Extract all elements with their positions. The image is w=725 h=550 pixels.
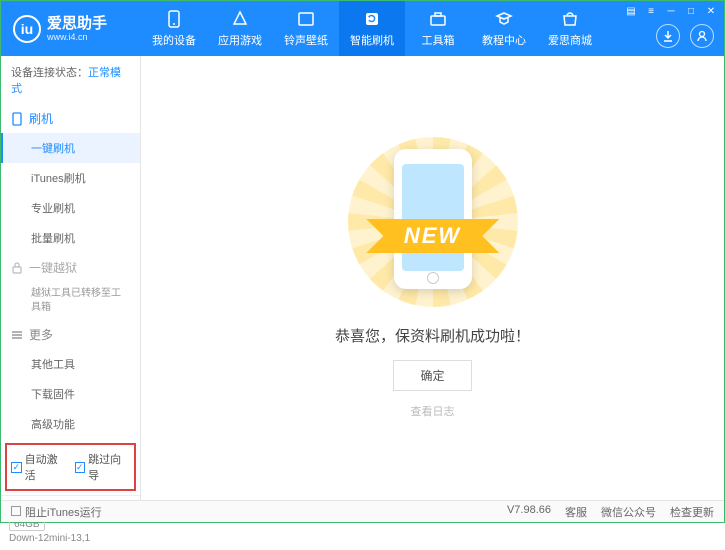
- device-sub: Down-12mini-13,1: [9, 533, 132, 544]
- user-icon[interactable]: [690, 24, 714, 48]
- settings-icon[interactable]: ≡: [644, 4, 658, 18]
- minimize-icon[interactable]: ─: [664, 4, 678, 18]
- nav-ringtones[interactable]: 铃声壁纸: [273, 1, 339, 56]
- success-illustration: NEW: [348, 137, 518, 307]
- close-icon[interactable]: ✕: [704, 4, 718, 18]
- success-message: 恭喜您，保资料刷机成功啦！: [335, 325, 530, 346]
- view-log-link[interactable]: 查看日志: [411, 403, 455, 419]
- main-content: NEW 恭喜您，保资料刷机成功啦！ 确定 查看日志: [141, 56, 724, 500]
- jailbreak-note: 越狱工具已转移至工具箱: [1, 282, 140, 320]
- nav-store[interactable]: 爱思商城: [537, 1, 603, 56]
- maximize-icon[interactable]: □: [684, 4, 698, 18]
- nav-my-device[interactable]: 我的设备: [141, 1, 207, 56]
- main-nav: 我的设备 应用游戏 铃声壁纸 智能刷机 工具箱 教程中心 爱思商城: [141, 1, 603, 56]
- tutorial-icon: [495, 10, 513, 28]
- flash-icon: [363, 10, 381, 28]
- menu-icon[interactable]: ▤: [624, 4, 638, 18]
- sidebar-item-batch[interactable]: 批量刷机: [1, 223, 140, 253]
- lock-icon: [11, 262, 23, 274]
- wallpaper-icon: [297, 10, 315, 28]
- apps-icon: [231, 10, 249, 28]
- titlebar: iu 爱思助手 www.i4.cn 我的设备 应用游戏 铃声壁纸 智能刷机 工具…: [1, 1, 724, 56]
- sidebar-item-pro[interactable]: 专业刷机: [1, 193, 140, 223]
- logo-area: iu 爱思助手 www.i4.cn: [1, 15, 141, 43]
- section-jailbreak: 一键越狱: [1, 253, 140, 282]
- checkbox-auto-activate[interactable]: ✓自动激活: [11, 451, 67, 483]
- section-more[interactable]: 更多: [1, 320, 140, 349]
- ok-button[interactable]: 确定: [393, 360, 471, 391]
- download-icon[interactable]: [656, 24, 680, 48]
- more-icon: [11, 330, 23, 340]
- wechat-link[interactable]: 微信公众号: [601, 504, 656, 520]
- connection-status: 设备连接状态：正常模式: [1, 56, 140, 104]
- checkbox-skip-guide[interactable]: ✓跳过向导: [75, 451, 131, 483]
- update-link[interactable]: 检查更新: [670, 504, 714, 520]
- nav-flash[interactable]: 智能刷机: [339, 1, 405, 56]
- toolbox-icon: [429, 10, 447, 28]
- sidebar-item-download[interactable]: 下载固件: [1, 379, 140, 409]
- sidebar: 设备连接状态：正常模式 刷机 一键刷机 iTunes刷机 专业刷机 批量刷机 一…: [1, 56, 141, 500]
- block-itunes-checkbox[interactable]: 阻止iTunes运行: [11, 504, 102, 520]
- window-controls: ▤ ≡ ─ □ ✕: [624, 4, 718, 18]
- version-label: V7.98.66: [507, 504, 551, 520]
- sidebar-item-itunes[interactable]: iTunes刷机: [1, 163, 140, 193]
- store-icon: [561, 10, 579, 28]
- app-logo-icon: iu: [13, 15, 41, 43]
- app-url: www.i4.cn: [47, 32, 107, 42]
- header-right-icons: [656, 24, 714, 48]
- nav-apps[interactable]: 应用游戏: [207, 1, 273, 56]
- nav-toolbox[interactable]: 工具箱: [405, 1, 471, 56]
- nav-tutorials[interactable]: 教程中心: [471, 1, 537, 56]
- sidebar-item-advanced[interactable]: 高级功能: [1, 409, 140, 439]
- new-ribbon: NEW: [386, 219, 479, 253]
- statusbar: 阻止iTunes运行 V7.98.66 客服 微信公众号 检查更新: [1, 500, 724, 522]
- app-name: 爱思助手: [47, 16, 107, 32]
- phone-small-icon: [11, 112, 23, 126]
- phone-icon: [165, 10, 183, 28]
- sidebar-item-other[interactable]: 其他工具: [1, 349, 140, 379]
- service-link[interactable]: 客服: [565, 504, 587, 520]
- sidebar-item-oneclick[interactable]: 一键刷机: [1, 133, 140, 163]
- checkbox-row: ✓自动激活 ✓跳过向导: [5, 443, 136, 491]
- section-flash[interactable]: 刷机: [1, 104, 140, 133]
